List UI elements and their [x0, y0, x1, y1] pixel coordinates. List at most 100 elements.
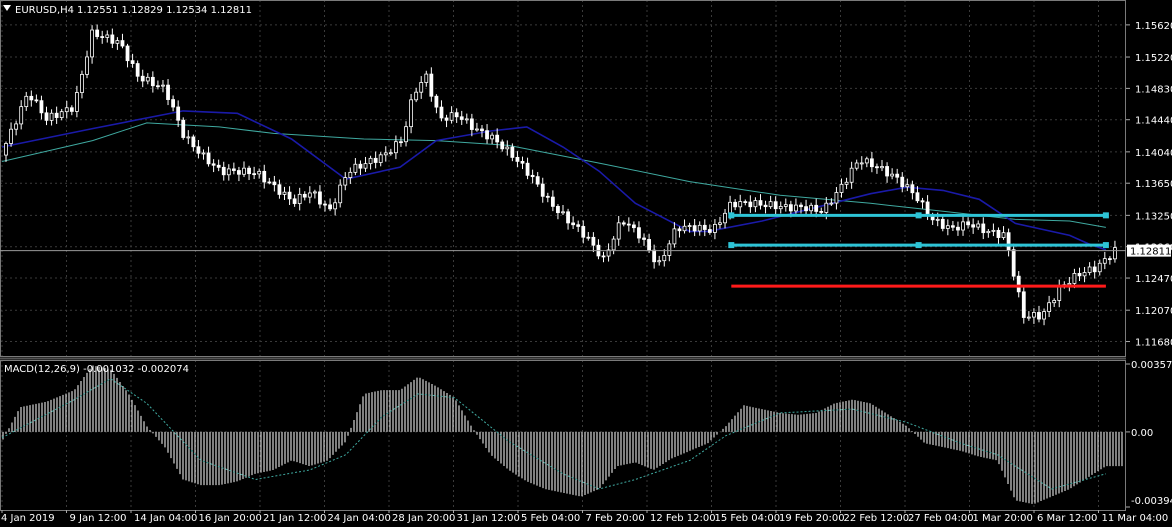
time-tick-label: 12 Feb 12:00 — [650, 513, 716, 524]
candle-body — [535, 176, 540, 185]
candle-body — [657, 260, 662, 263]
price-tick-label: 1.14830 — [1135, 84, 1172, 95]
candle-body — [257, 170, 262, 175]
candle-body — [191, 136, 196, 148]
candle-body — [1001, 232, 1006, 238]
candle-body — [1006, 232, 1011, 251]
candle-body — [145, 76, 150, 82]
candle-body — [996, 229, 1001, 238]
candle-body — [1107, 258, 1112, 261]
candle-body — [74, 92, 79, 112]
candle-body — [80, 73, 84, 93]
candle-body — [338, 184, 343, 204]
candle-body — [414, 91, 419, 101]
candle-body — [150, 76, 155, 87]
candle-body — [404, 126, 408, 143]
candle-body — [778, 206, 783, 210]
candle-body — [272, 181, 277, 186]
candle-body — [545, 195, 550, 198]
time-tick-label: 1 Mar 20:00 — [973, 513, 1033, 524]
candle-body — [788, 204, 793, 212]
candle-body — [1037, 312, 1041, 320]
candle-body — [738, 201, 743, 208]
candle-body — [591, 236, 596, 246]
time-tick-label: 27 Feb 04:00 — [908, 513, 974, 524]
candle-body — [631, 224, 636, 229]
candle-body — [854, 162, 859, 169]
candle-body — [480, 128, 484, 132]
candle-body — [890, 173, 895, 177]
candle-body — [59, 111, 64, 118]
candle-body — [925, 201, 930, 216]
candle-body — [956, 226, 960, 231]
time-axis[interactable]: 4 Jan 2019 9 Jan 12:00 14 Jan 04:00 16 Jan … — [1, 510, 1168, 524]
time-tick-label: 31 Jan 12:00 — [457, 513, 520, 524]
candle-body — [323, 203, 327, 206]
candle-body — [505, 146, 510, 150]
candle-body — [763, 204, 768, 208]
level-handle — [728, 212, 735, 219]
candle-body — [540, 183, 545, 197]
candle-body — [353, 163, 358, 173]
candle-body — [520, 160, 525, 164]
macd-tick-label: -0.003947 — [1131, 496, 1172, 507]
candle-body — [292, 198, 297, 204]
candle-body — [1097, 262, 1102, 273]
candle-body — [718, 222, 722, 225]
candle-body — [500, 141, 505, 150]
candle-body — [171, 99, 176, 108]
price-tick-label: 1.12070 — [1135, 306, 1172, 317]
candle-body — [444, 117, 449, 121]
time-tick-label: 7 Feb 20:00 — [586, 513, 645, 524]
level-handle — [915, 212, 922, 219]
candle-body — [895, 173, 900, 178]
candle-body — [1011, 249, 1016, 277]
candle-body — [363, 163, 368, 169]
candle-body — [662, 255, 667, 262]
candle-body — [196, 146, 201, 154]
candle-body — [991, 229, 996, 232]
current-price-badge: 1.12811 — [1127, 244, 1171, 258]
candle-body — [839, 183, 844, 193]
candle-body — [125, 45, 130, 62]
candle-body — [773, 201, 778, 210]
candle-body — [885, 166, 889, 177]
candle-body — [794, 204, 798, 212]
candle-body — [515, 156, 520, 162]
candle-body — [809, 204, 814, 212]
candle-body — [429, 73, 434, 97]
candle-body — [95, 29, 100, 37]
candle-body — [621, 222, 626, 225]
candle-body — [1087, 266, 1092, 273]
candle-body — [368, 157, 373, 165]
candle-body — [1082, 272, 1087, 277]
level-handle — [1102, 242, 1109, 249]
candle-body — [530, 174, 535, 178]
time-tick-label: 9 Jan 12:00 — [70, 513, 127, 524]
candle-body — [318, 191, 322, 205]
candle-body — [419, 82, 424, 93]
price-tick-label: 1.15620 — [1135, 21, 1172, 32]
candle-body — [373, 157, 378, 163]
macd-tick-label: 0.00 — [1131, 428, 1153, 439]
candle-body — [834, 192, 839, 204]
candle-body — [490, 134, 495, 140]
candle-body — [642, 237, 646, 240]
price-tick-label: 1.14440 — [1135, 116, 1172, 127]
chart-header-symbol: EURUSD,H4 — [15, 5, 74, 16]
candle-body — [156, 85, 160, 88]
candle-body — [707, 229, 712, 233]
candle-body — [601, 255, 606, 258]
price-tick-label: 1.15220 — [1135, 53, 1172, 64]
candle-body — [824, 202, 829, 213]
candle-body — [1077, 272, 1082, 277]
candle-body — [728, 201, 732, 214]
candle-body — [216, 164, 221, 168]
candle-body — [34, 99, 39, 102]
time-tick-label: 4 Jan 2019 — [1, 513, 55, 524]
candle-body — [393, 141, 398, 154]
trading-chart[interactable]: 1.15620 1.15220 1.14830 1.14440 1.14040 1.136… — [0, 0, 1172, 527]
candle-body — [576, 224, 581, 227]
candle-body — [1052, 300, 1057, 304]
candle-body — [758, 200, 763, 206]
